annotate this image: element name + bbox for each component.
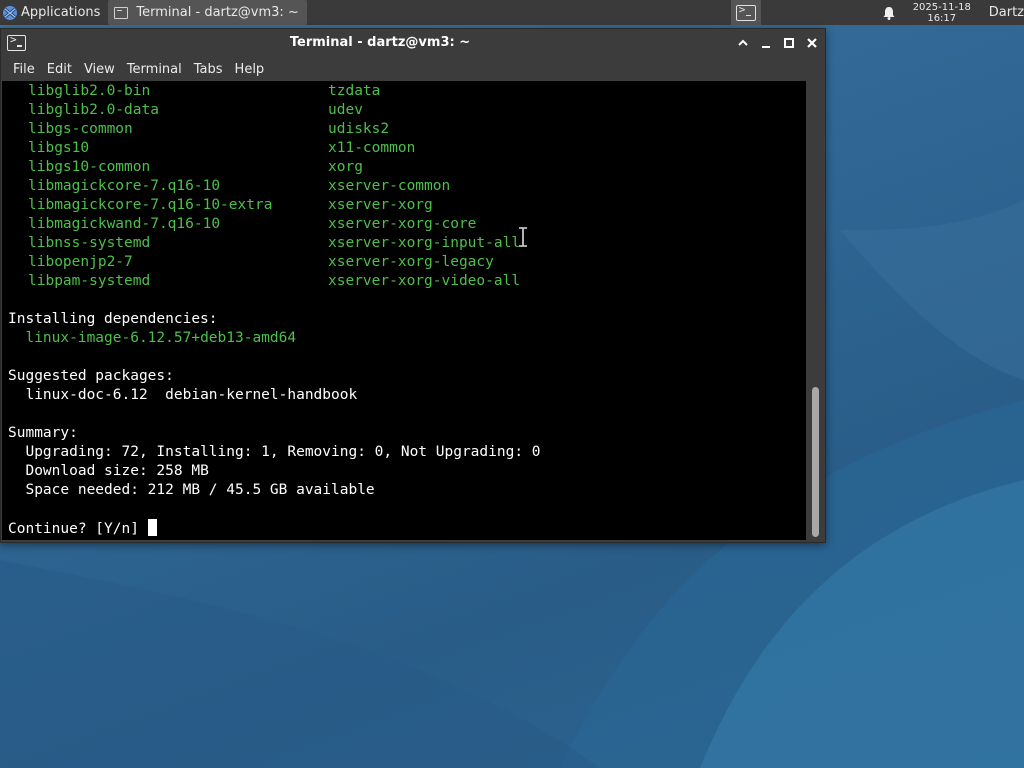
menubar: File Edit View Terminal Tabs Help [1, 57, 825, 81]
terminal-lines: libglib2.0-bin tzdata libglib2.0-data udev l… [8, 82, 541, 538]
package-name: xserver-common [328, 178, 451, 194]
summary-counts-text: Upgrading: 72, Installing: 1, Removing: … [25, 444, 541, 460]
terminal-icon [114, 6, 129, 19]
panel-terminal-launcher[interactable] [730, 0, 761, 25]
package-name: xserver-xorg-input-all [328, 235, 521, 251]
suggested-header: Suggested packages: [8, 368, 174, 384]
download-size-text: Download size: 258 MB [25, 463, 209, 479]
menu-file[interactable]: File [7, 62, 41, 77]
package-row: libmagickcore-7.q16-10-extra xserver-xorg [8, 196, 541, 215]
menu-view[interactable]: View [78, 62, 121, 77]
prompt-text: Continue? [Y/n] [8, 521, 148, 537]
package-row: libpam-systemd xserver-xorg-video-all [8, 272, 541, 291]
chevron-up-icon [738, 39, 748, 46]
package-name: udev [328, 102, 363, 118]
top-panel: Applications Terminal - dartz@vm3: ~ 202… [0, 0, 1024, 25]
summary-counts: Upgrading: 72, Installing: 1, Removing: … [8, 443, 541, 462]
close-button[interactable] [803, 34, 821, 52]
package-name: libglib2.0-data [28, 102, 159, 118]
package-row: libmagickcore-7.q16-10 xserver-common [8, 177, 541, 196]
minimize-icon [762, 46, 770, 48]
package-name: libgs10-common [28, 159, 151, 175]
package-row: libglib2.0-bin tzdata [8, 82, 541, 101]
package-name: libmagickcore-7.q16-10-extra [28, 197, 273, 213]
summary-header: Summary: [8, 425, 78, 441]
menu-edit[interactable]: Edit [41, 62, 78, 77]
terminal-output[interactable]: libglib2.0-bin tzdata libglib2.0-data udev l… [2, 81, 806, 540]
terminal-window: Terminal - dartz@vm3: ~ File Edit View T… [0, 28, 826, 543]
package-name: libpam-systemd [28, 273, 151, 289]
package-name: libmagickcore-7.q16-10 [28, 178, 221, 194]
space-needed-text: Space needed: 212 MB / 45.5 GB available [25, 482, 375, 498]
package-row: libmagickwand-7.q16-10 xserver-xorg-core [8, 215, 541, 234]
suggested-pkgs-text: linux-doc-6.12 debian-kernel-handbook [25, 387, 358, 403]
package-name: udisks2 [328, 121, 390, 137]
window-titlebar[interactable]: Terminal - dartz@vm3: ~ [1, 29, 825, 57]
installing-pkg-name: linux-image-6.12.57+deb13-amd64 [25, 330, 297, 346]
package-row: libopenjp2-7 xserver-xorg-legacy [8, 253, 541, 272]
terminal-launcher-icon [735, 3, 756, 21]
package-name: libgs10 [28, 140, 90, 156]
installing-pkg: linux-image-6.12.57+deb13-amd64 [8, 329, 541, 348]
terminal-scrollbar[interactable] [807, 81, 825, 540]
taskbar-terminal-label: Terminal - dartz@vm3: ~ [136, 5, 299, 20]
scrollbar-thumb[interactable] [812, 387, 819, 537]
menu-terminal[interactable]: Terminal [121, 62, 188, 77]
prompt-line: Continue? [Y/n] [8, 519, 541, 538]
terminal-cursor [147, 519, 157, 536]
download-size: Download size: 258 MB [8, 462, 541, 481]
clock-time: 16:17 [927, 12, 957, 24]
package-name: xorg [328, 159, 363, 175]
package-name: xserver-xorg-legacy [328, 254, 494, 270]
menu-tabs[interactable]: Tabs [188, 62, 229, 77]
suggested-pkgs: linux-doc-6.12 debian-kernel-handbook [8, 386, 541, 405]
close-icon [807, 38, 817, 48]
text-cursor-ibeam-icon [519, 227, 527, 247]
package-name: xserver-xorg [328, 197, 433, 213]
package-row: libgs-common udisks2 [8, 120, 541, 139]
minimize-button[interactable] [757, 34, 775, 52]
user-menu[interactable]: Dartz [989, 5, 1024, 20]
clock-date: 2025-11-18 [912, 1, 971, 13]
package-name: libglib2.0-bin [28, 83, 151, 99]
package-name: x11-common [328, 140, 416, 156]
package-list: libglib2.0-bin tzdata libglib2.0-data udev l… [8, 82, 541, 291]
window-title: Terminal - dartz@vm3: ~ [289, 35, 471, 50]
package-name: libgs-common [28, 121, 133, 137]
package-row: libnss-systemd xserver-xorg-input-all [8, 234, 541, 253]
package-name: libmagickwand-7.q16-10 [28, 216, 221, 232]
panel-clock[interactable]: 2025-11-18 16:17 [907, 2, 977, 24]
package-name: libnss-systemd [28, 235, 151, 251]
package-name: xserver-xorg-video-all [328, 273, 521, 289]
maximize-button[interactable] [780, 34, 798, 52]
notification-bell-icon[interactable] [881, 5, 897, 21]
menu-help[interactable]: Help [229, 62, 271, 77]
space-needed: Space needed: 212 MB / 45.5 GB available [8, 481, 541, 500]
installing-header: Installing dependencies: [8, 311, 218, 327]
package-name: libopenjp2-7 [28, 254, 133, 270]
taskbar-terminal-button[interactable]: Terminal - dartz@vm3: ~ [108, 0, 307, 25]
xfce-logo-icon [3, 5, 17, 20]
package-name: xserver-xorg-core [328, 216, 477, 232]
applications-menu-button[interactable]: Applications [0, 0, 104, 25]
package-row: libgs10-common xorg [8, 158, 541, 177]
package-name: tzdata [328, 83, 381, 99]
package-row: libgs10 x11-common [8, 139, 541, 158]
shade-button[interactable] [734, 34, 752, 52]
applications-label: Applications [21, 5, 101, 20]
maximize-icon [784, 38, 794, 48]
package-row: libglib2.0-data udev [8, 101, 541, 120]
